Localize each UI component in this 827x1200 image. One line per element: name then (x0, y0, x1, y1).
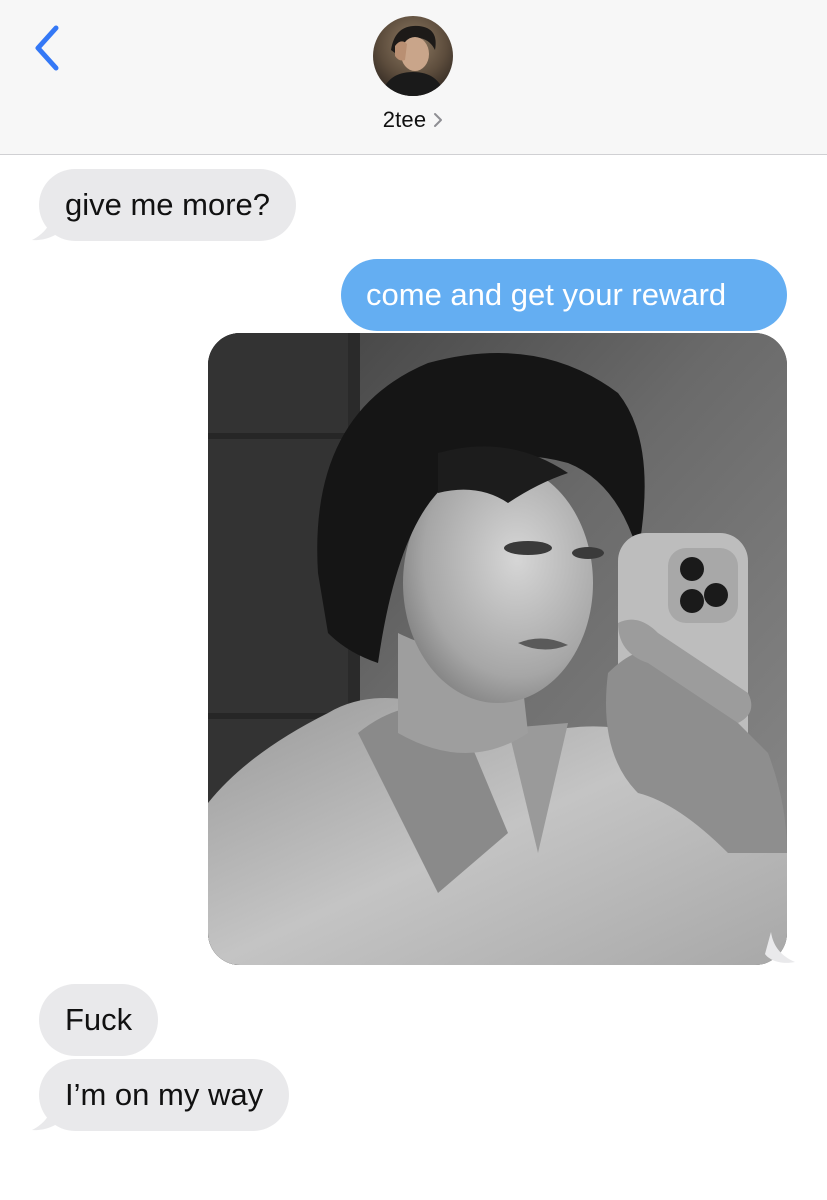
avatar-image (373, 16, 453, 96)
conversation-header: 2tee (0, 0, 827, 155)
contact-name-row[interactable]: 2tee (0, 104, 827, 136)
message-text: come and get your reward (366, 277, 727, 312)
contact-avatar[interactable] (373, 16, 453, 96)
chevron-left-icon (35, 25, 59, 71)
back-button[interactable] (28, 22, 68, 74)
outgoing-bubble-tail (765, 932, 795, 963)
chevron-right-icon (434, 113, 443, 127)
message-bubble-outgoing[interactable]: come and get your reward (341, 259, 787, 331)
message-bubble-incoming[interactable]: give me more? (39, 169, 297, 241)
message-bubble-incoming[interactable]: I’m on my way (39, 1059, 290, 1131)
photo-attachment[interactable] (208, 333, 787, 965)
contact-name: 2tee (382, 107, 427, 132)
message-text: I’m on my way (65, 1077, 264, 1112)
message-text: Fuck (65, 1002, 133, 1037)
message-bubble-incoming[interactable]: Fuck (39, 984, 159, 1056)
grayscale-mirror-selfie-photo (208, 333, 787, 965)
message-text: give me more? (65, 187, 271, 222)
messages-screen: 2tee give me more? come and get your rew… (0, 0, 827, 1200)
